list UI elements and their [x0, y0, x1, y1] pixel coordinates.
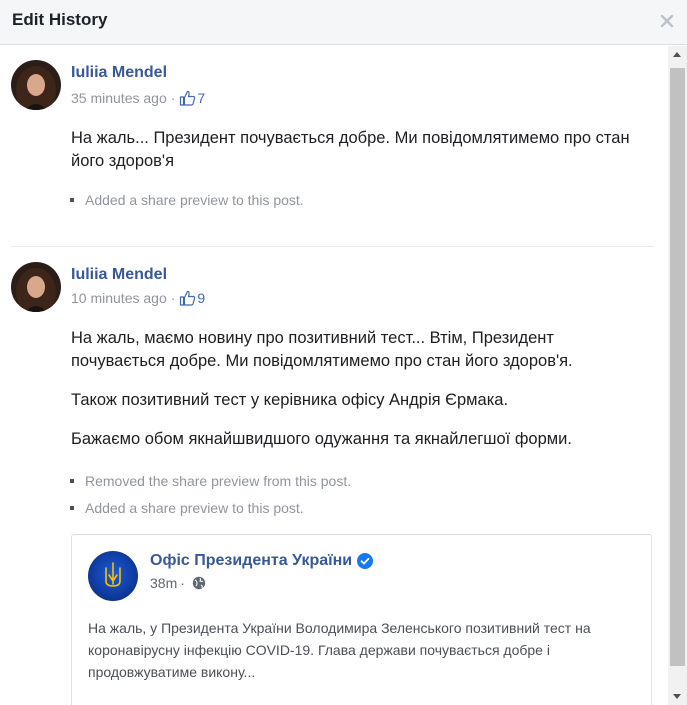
author-name[interactable]: Iuliia Mendel [71, 64, 167, 82]
page-name[interactable]: Офіс Президента України [150, 552, 374, 570]
change-text: Added a share preview to this post. [85, 500, 304, 516]
close-icon[interactable] [657, 11, 677, 31]
scrollbar[interactable] [668, 46, 687, 705]
divider [11, 246, 654, 247]
avatar[interactable] [11, 60, 61, 110]
share-text: На жаль, у Президента України Володимира… [88, 620, 591, 680]
verified-badge-icon [357, 553, 374, 569]
scrollbar-thumb[interactable] [670, 68, 685, 666]
thumbs-up-icon [180, 290, 196, 306]
timestamp[interactable]: 35 minutes ago [71, 90, 167, 106]
post-paragraph: Також позитивний тест у керівника офісу … [71, 391, 509, 409]
bullet-icon [70, 479, 74, 483]
author-name[interactable]: Iuliia Mendel [71, 266, 167, 284]
bullet-icon [70, 506, 74, 510]
post-paragraph: На жаль, маємо новину про позитивний тес… [71, 329, 573, 370]
timestamp[interactable]: 10 minutes ago [71, 290, 167, 306]
share-meta: 38m · [150, 575, 206, 591]
change-item: Added a share preview to this post. [70, 192, 304, 208]
change-text: Added a share preview to this post. [85, 192, 304, 208]
share-timestamp[interactable]: 38m [150, 575, 177, 591]
page-avatar[interactable] [88, 551, 138, 601]
like-count[interactable]: 7 [197, 90, 205, 106]
post-text: На жаль... Президент почувається добре. … [71, 129, 630, 170]
edit-history-list: Iuliia Mendel 35 minutes ago · 7 На жаль… [0, 46, 668, 705]
like-count[interactable]: 9 [197, 290, 205, 306]
thumbs-up-icon [180, 90, 196, 106]
dialog-title: Edit History [12, 10, 108, 29]
post-meta: 35 minutes ago · 7 [71, 90, 205, 106]
dialog-header: Edit History [0, 0, 687, 45]
post-paragraph: Бажаємо обом якнайшвидшого одужання та я… [71, 430, 572, 448]
separator-dot: · [170, 290, 176, 306]
separator-dot: · [170, 90, 176, 106]
change-item: Added a share preview to this post. [70, 500, 304, 516]
scroll-down-arrow-icon[interactable] [673, 694, 681, 699]
separator-dot: · [180, 575, 185, 591]
ukraine-trident-icon [88, 551, 138, 601]
share-preview-card[interactable]: Офіс Президента України 38m · На жаль, у… [71, 534, 652, 705]
scroll-up-arrow-icon[interactable] [673, 52, 681, 57]
globe-icon [192, 576, 206, 590]
page-name-text[interactable]: Офіс Президента України [150, 552, 352, 570]
bullet-icon [70, 198, 74, 202]
post-meta: 10 minutes ago · 9 [71, 290, 205, 306]
change-text: Removed the share preview from this post… [85, 473, 352, 489]
avatar[interactable] [11, 262, 61, 312]
change-item: Removed the share preview from this post… [70, 473, 351, 489]
